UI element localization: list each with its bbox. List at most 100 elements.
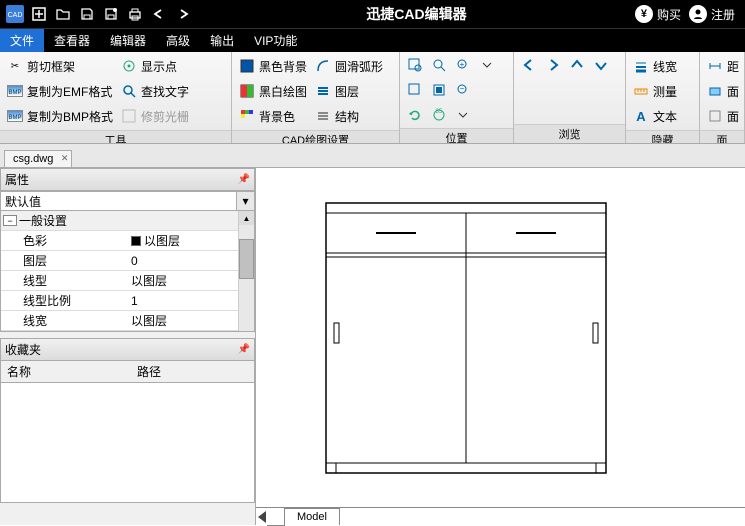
surface-icon	[707, 108, 723, 124]
zoom-extents-icon[interactable]	[428, 54, 450, 76]
nav-right-icon[interactable]	[542, 54, 564, 76]
col-path[interactable]: 路径	[131, 361, 167, 382]
sidebar: 属性 📌 ▾ − 一般设置 色彩以图层 图层0 线型以图层 线型比例1 线宽以图…	[0, 168, 256, 525]
svg-text:35: 35	[436, 109, 443, 115]
scroll-thumb[interactable]	[239, 239, 254, 279]
distance-button[interactable]: 距	[704, 54, 742, 78]
zoom-fit-icon[interactable]	[428, 79, 450, 101]
menu-bar: 文件 查看器 编辑器 高级 输出 VIP功能	[0, 28, 745, 52]
close-icon[interactable]: ✕	[61, 153, 69, 164]
bw-draw-button[interactable]: 黑白绘图	[236, 79, 310, 103]
text-icon: A	[633, 108, 649, 124]
chevron-down-icon[interactable]: ▾	[236, 192, 254, 210]
property-row[interactable]: 线型比例1	[1, 291, 254, 311]
nav-left-icon[interactable]	[518, 54, 540, 76]
orbit-icon[interactable]: 35	[428, 104, 450, 126]
properties-grid: − 一般设置 色彩以图层 图层0 线型以图层 线型比例1 线宽以图层 ▲	[0, 211, 255, 332]
ribbon-group-tools: ✂剪切框架 BMP复制为EMF格式 BMP复制为BMP格式 显示点 查找文字 修…	[0, 52, 232, 143]
bmp-icon: BMP	[7, 108, 23, 124]
palette-icon	[239, 108, 255, 124]
rotate-icon[interactable]	[404, 104, 426, 126]
property-row[interactable]: 线宽以图层	[1, 311, 254, 331]
square-icon	[239, 58, 255, 74]
property-row[interactable]: 色彩以图层	[1, 231, 254, 251]
ribbon-group-cad-settings: 黑色背景 黑白绘图 背景色 圆滑弧形 图层 结构 CAD绘图设置	[232, 52, 400, 143]
cut-frame-button[interactable]: ✂剪切框架	[4, 54, 116, 78]
smooth-arc-button[interactable]: 圆滑弧形	[312, 54, 386, 78]
menu-output[interactable]: 输出	[200, 29, 244, 52]
bg-color-button[interactable]: 背景色	[236, 104, 310, 128]
cad-drawing	[316, 193, 616, 493]
structure-button[interactable]: 结构	[312, 104, 386, 128]
surface-button[interactable]: 面	[704, 104, 742, 128]
redo-icon[interactable]	[172, 3, 194, 25]
layers-button[interactable]: 图层	[312, 79, 386, 103]
favorites-panel-header[interactable]: 收藏夹 📌	[0, 338, 255, 361]
save-icon[interactable]	[76, 3, 98, 25]
menu-viewer[interactable]: 查看器	[44, 29, 100, 52]
trim-raster-button[interactable]: 修剪光栅	[118, 104, 192, 128]
col-name[interactable]: 名称	[1, 361, 131, 382]
properties-panel-header[interactable]: 属性 📌	[0, 168, 255, 191]
app-title: 迅捷CAD编辑器	[198, 4, 635, 24]
undo-icon[interactable]	[148, 3, 170, 25]
nav-down-icon[interactable]	[590, 54, 612, 76]
new-icon[interactable]	[28, 3, 50, 25]
favorites-panel: 收藏夹 📌 名称 路径	[0, 338, 255, 503]
nav-up-icon[interactable]	[566, 54, 588, 76]
favorites-columns: 名称 路径	[0, 361, 255, 383]
contrast-icon	[239, 83, 255, 99]
register-button[interactable]: 注册	[689, 5, 735, 23]
area-button[interactable]: 面	[704, 79, 742, 103]
pin-icon[interactable]: 📌	[238, 174, 250, 185]
app-icon[interactable]: CAD	[4, 3, 26, 25]
menu-advanced[interactable]: 高级	[156, 29, 200, 52]
document-tab-bar: csg.dwg ✕	[0, 144, 745, 168]
text-button[interactable]: A文本	[630, 104, 680, 128]
find-text-button[interactable]: 查找文字	[118, 79, 192, 103]
print-icon[interactable]	[124, 3, 146, 25]
collapse-icon[interactable]: −	[3, 215, 17, 226]
user-icon	[689, 5, 707, 23]
show-points-button[interactable]: 显示点	[118, 54, 192, 78]
pan-icon[interactable]	[404, 79, 426, 101]
buy-button[interactable]: ¥购买	[635, 5, 681, 23]
zoom-in-icon[interactable]: +	[452, 54, 474, 76]
search-icon	[121, 83, 137, 99]
zoom-out-icon[interactable]: −	[452, 79, 474, 101]
ribbon-label: 面	[700, 130, 744, 143]
zoom-window-icon[interactable]	[404, 54, 426, 76]
scrollbar[interactable]: ▲	[238, 211, 254, 331]
property-row[interactable]: 线型以图层	[1, 271, 254, 291]
favorites-list[interactable]	[0, 383, 255, 503]
copy-bmp-button[interactable]: BMP复制为BMP格式	[4, 104, 116, 128]
tab-scroll-left-icon[interactable]	[258, 511, 266, 523]
scissors-icon: ✂	[7, 58, 23, 74]
zoom-dropdown-icon[interactable]	[476, 54, 498, 76]
menu-vip[interactable]: VIP功能	[244, 29, 307, 52]
model-tab[interactable]: Model	[284, 508, 340, 525]
menu-file[interactable]: 文件	[0, 29, 44, 52]
document-name: csg.dwg	[13, 153, 53, 165]
svg-text:−: −	[460, 84, 465, 93]
view-dropdown-icon[interactable]	[452, 104, 474, 126]
open-icon[interactable]	[52, 3, 74, 25]
copy-emf-button[interactable]: BMP复制为EMF格式	[4, 79, 116, 103]
pin-icon[interactable]: 📌	[238, 344, 250, 355]
default-value-dropdown[interactable]: ▾	[0, 191, 255, 211]
bmp-icon: BMP	[7, 83, 23, 99]
measure-button[interactable]: 测量	[630, 79, 680, 103]
linewidth-button[interactable]: 线宽	[630, 54, 680, 78]
property-row[interactable]: 图层0	[1, 251, 254, 271]
ribbon: ✂剪切框架 BMP复制为EMF格式 BMP复制为BMP格式 显示点 查找文字 修…	[0, 52, 745, 144]
saveas-icon[interactable]	[100, 3, 122, 25]
menu-editor[interactable]: 编辑器	[100, 29, 156, 52]
color-swatch	[131, 236, 141, 246]
drawing-canvas[interactable]: Model	[256, 168, 745, 525]
scroll-up-icon[interactable]: ▲	[239, 211, 254, 225]
ribbon-group-hide: 线宽 测量 A文本 隐藏	[626, 52, 700, 143]
document-tab[interactable]: csg.dwg ✕	[4, 150, 72, 167]
default-value-input[interactable]	[1, 192, 236, 210]
property-section[interactable]: − 一般设置	[1, 211, 254, 231]
black-bg-button[interactable]: 黑色背景	[236, 54, 310, 78]
